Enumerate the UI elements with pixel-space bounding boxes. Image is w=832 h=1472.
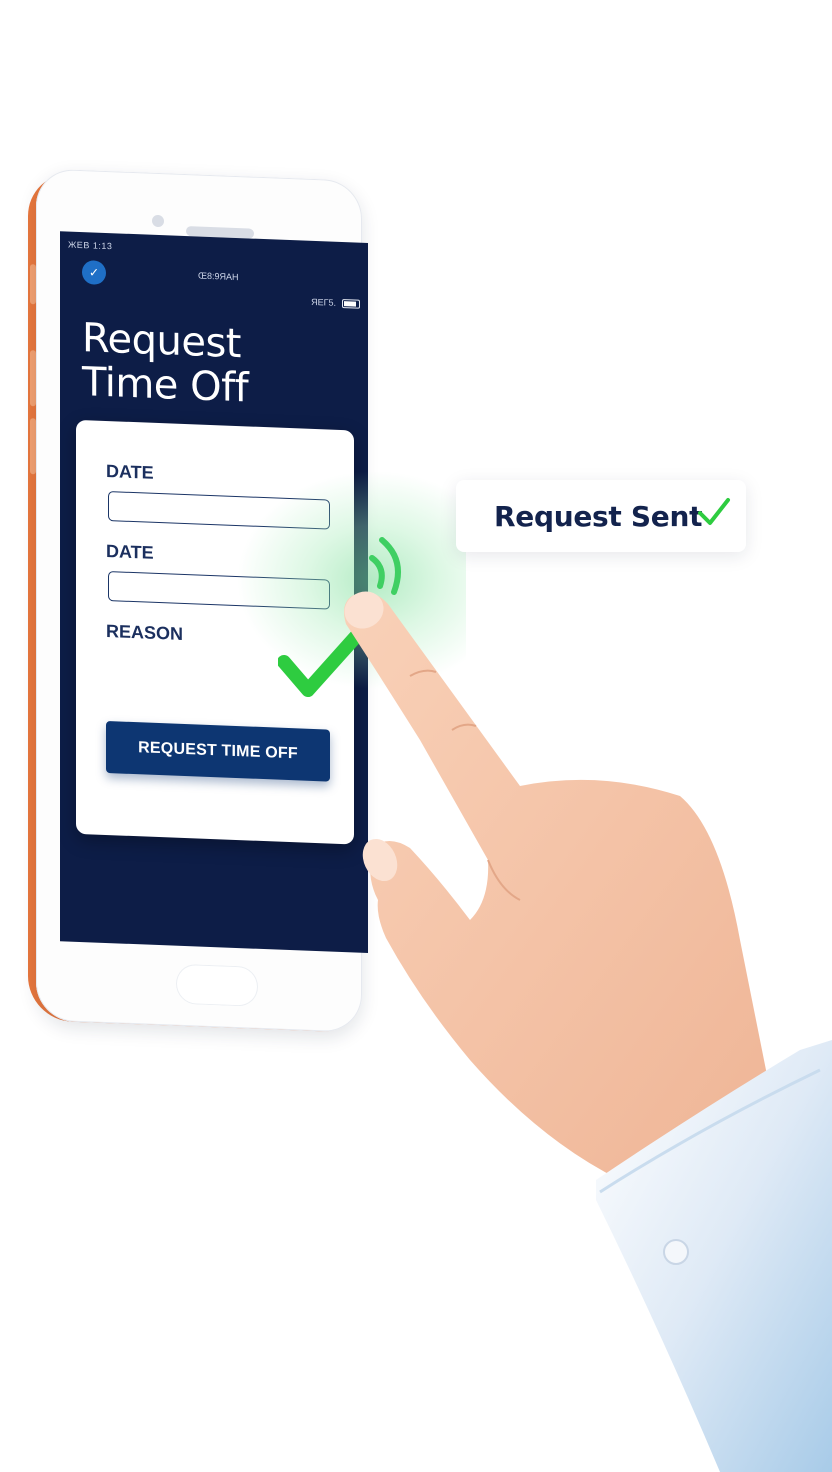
scene: ЖЕВ 1:13 Œ8:9ЯАН ЯЕГ5. ✓ Request Time Of… <box>0 0 832 1472</box>
pointing-hand-illustration <box>344 591 832 1472</box>
